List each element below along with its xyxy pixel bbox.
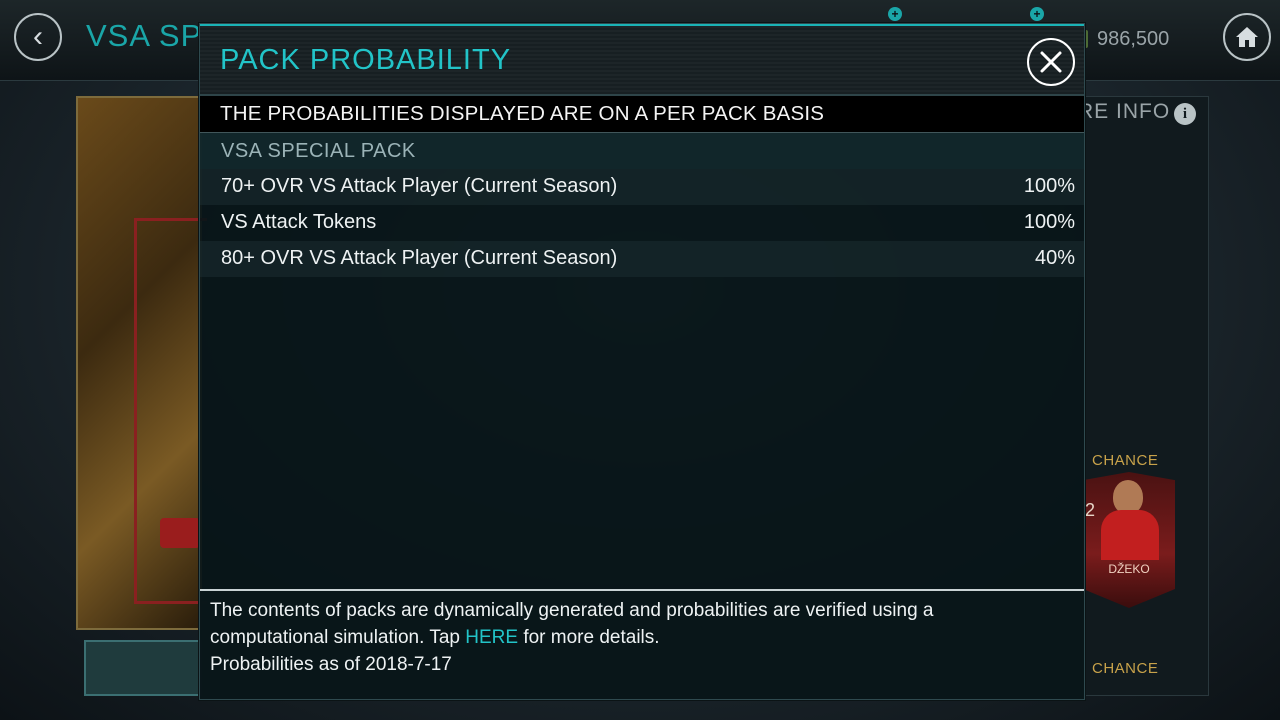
close-icon <box>1040 51 1062 73</box>
pack-ribbon <box>160 518 200 548</box>
pack-probability-dialog: PACK PROBABILITY THE PROBABILITIES DISPL… <box>199 23 1085 700</box>
player-name: DŽEKO <box>1108 562 1150 576</box>
item-probability: 100% <box>1023 211 1075 233</box>
close-button[interactable] <box>1027 38 1075 86</box>
pack-name: VSA SPECIAL PACK <box>221 140 416 162</box>
more-info-label[interactable]: RE INFO <box>1078 100 1170 124</box>
open-pack-button[interactable] <box>84 640 202 696</box>
footer-line-1: The contents of packs are dynamically ge… <box>210 600 934 621</box>
footer-text: for more details. <box>518 627 660 648</box>
player-jersey <box>1101 510 1159 560</box>
probability-date: Probabilities as of 2018-7-17 <box>210 654 452 675</box>
chance-label: CHANCE <box>1092 452 1159 469</box>
item-probability: 100% <box>1023 175 1075 197</box>
dialog-footer: The contents of packs are dynamically ge… <box>200 589 1084 699</box>
details-link[interactable]: HERE <box>465 627 518 648</box>
item-label: 70+ OVR VS Attack Player (Current Season… <box>221 175 618 197</box>
item-label: VS Attack Tokens <box>221 211 377 233</box>
add-icon[interactable]: + <box>888 7 902 21</box>
home-icon <box>1236 27 1258 47</box>
back-button[interactable]: ‹ <box>14 13 62 61</box>
side-panel <box>1085 96 1209 696</box>
probability-notice: THE PROBABILITIES DISPLAYED ARE ON A PER… <box>200 96 1084 133</box>
home-button[interactable] <box>1223 13 1271 61</box>
chance-label: CHANCE <box>1092 660 1159 677</box>
pack-name-row: VSA SPECIAL PACK <box>200 133 1084 169</box>
pack-artwork <box>76 96 207 630</box>
list-item: 80+ OVR VS Attack Player (Current Season… <box>200 241 1084 277</box>
chevron-left-icon: ‹ <box>33 20 43 53</box>
list-item: 70+ OVR VS Attack Player (Current Season… <box>200 169 1084 205</box>
dialog-title: PACK PROBABILITY <box>220 44 512 76</box>
footer-line-2: computational simulation. Tap HERE for m… <box>210 624 660 651</box>
item-label: 80+ OVR VS Attack Player (Current Season… <box>221 247 618 269</box>
notice-text: THE PROBABILITIES DISPLAYED ARE ON A PER… <box>220 102 825 125</box>
list-item: VS Attack Tokens 100% <box>200 205 1084 241</box>
player-card[interactable]: 2 DŽEKO <box>1083 472 1175 608</box>
add-icon[interactable]: + <box>1030 7 1044 21</box>
probability-list: 70+ OVR VS Attack Player (Current Season… <box>200 169 1084 277</box>
footer-text: computational simulation. Tap <box>210 627 466 648</box>
dialog-header: PACK PROBABILITY <box>200 24 1084 96</box>
item-probability: 40% <box>1034 247 1075 269</box>
coin-balance: 986,500 <box>1097 28 1170 50</box>
info-icon[interactable]: i <box>1174 103 1196 125</box>
player-head <box>1113 480 1143 514</box>
player-rating: 2 <box>1085 500 1096 520</box>
